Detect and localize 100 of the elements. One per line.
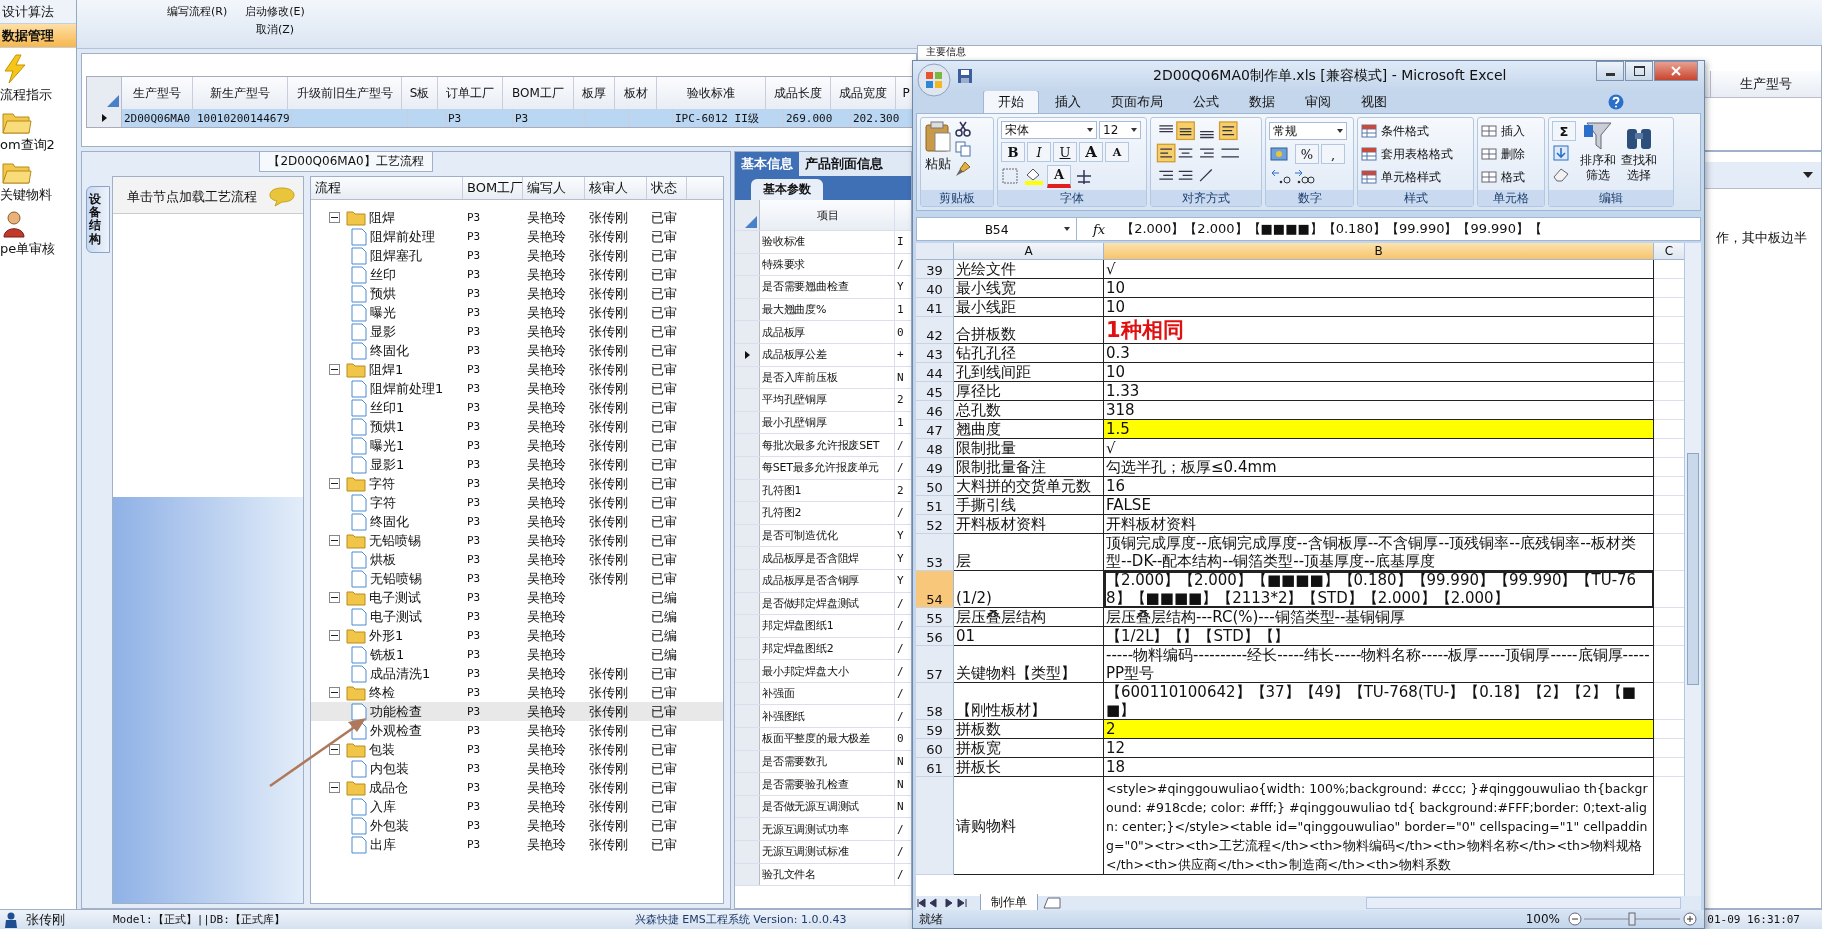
tree-row[interactable]: 功能检查 P3 吴艳玲 张传刚 已审	[311, 702, 723, 721]
style-button[interactable]: 单元格样式	[1361, 167, 1470, 187]
tree-row[interactable]: 入库 P3 吴艳玲 张传刚 已审	[311, 797, 723, 816]
row-header[interactable]: 58	[916, 683, 954, 720]
style-button[interactable]: 套用表格格式	[1361, 144, 1470, 164]
row-header[interactable]: 44	[916, 363, 954, 382]
ribbon-tab[interactable]: 插入	[1041, 91, 1095, 113]
sidebar-item[interactable]: pe单审核	[0, 240, 56, 258]
minimize-button[interactable]	[1596, 61, 1624, 81]
column-header[interactable]: 核审人	[585, 177, 647, 199]
ribbon-tab[interactable]: 公式	[1179, 91, 1233, 113]
row-header[interactable]: 41	[916, 298, 954, 317]
tree-row[interactable]: 阻焊塞孔 P3 吴艳玲 张传刚 已审	[311, 246, 723, 265]
row-header[interactable]: 60	[916, 739, 954, 758]
tree-row[interactable]: 阻焊1 P3 吴艳玲 张传刚 已审	[311, 360, 723, 379]
expander-icon[interactable]	[329, 687, 340, 698]
tree-row[interactable]: 丝印 P3 吴艳玲 张传刚 已审	[311, 265, 723, 284]
expander-icon[interactable]	[329, 744, 340, 755]
tree-row[interactable]: 无铅喷锡 P3 吴艳玲 张传刚 已审	[311, 569, 723, 588]
tree-row[interactable]: 无铅喷锡 P3 吴艳玲 张传刚 已审	[311, 531, 723, 550]
formula-field[interactable]: 【2.000】【2.000】【■■■■】【0.180】【99.990】【99.990】【	[1121, 220, 1542, 238]
menu-command[interactable]: 启动修改(E)	[245, 4, 305, 19]
tree-row[interactable]: 阻焊 P3 吴艳玲 张传刚 已审	[311, 208, 723, 227]
row-header[interactable]: 43	[916, 344, 954, 363]
table-row[interactable]: 2D00Q06MA0 10010200144679 P3 P3 IPC-6012 II级 269.000 202.300	[87, 109, 915, 127]
column-header[interactable]: 编写人	[523, 177, 585, 199]
row-header[interactable]: 42	[916, 317, 954, 344]
tree-row[interactable]: 预烘 P3 吴艳玲 张传刚 已审	[311, 284, 723, 303]
tree-row[interactable]: 终固化 P3 吴艳玲 张传刚 已审	[311, 512, 723, 531]
close-button[interactable]	[1654, 61, 1698, 81]
sidebar-item[interactable]: 流程指示	[0, 86, 52, 104]
ribbon-tab[interactable]: 开始	[983, 90, 1039, 113]
tree-row[interactable]: 曝光1 P3 吴艳玲 张传刚 已审	[311, 436, 723, 455]
row-header[interactable]	[735, 343, 760, 366]
column-header[interactable]: 流程	[311, 177, 463, 199]
tree-row[interactable]: 字符 P3 吴艳玲 张传刚 已审	[311, 474, 723, 493]
menu-command[interactable]: 编写流程(R)	[167, 4, 228, 19]
tree-row[interactable]: 字符 P3 吴艳玲 张传刚 已审	[311, 493, 723, 512]
scissors-icon[interactable]	[955, 121, 971, 137]
row-header[interactable]: 54	[916, 571, 954, 608]
row-header[interactable]: 45	[916, 382, 954, 401]
font-size-button[interactable]: A	[1105, 142, 1129, 162]
cells-button[interactable]: 格式	[1481, 167, 1541, 187]
font-size-button[interactable]: A	[1079, 142, 1103, 162]
row-header[interactable]: 52	[916, 515, 954, 534]
column-header[interactable]: A	[954, 243, 1104, 260]
sidebar-item[interactable]: om查询2	[0, 136, 55, 154]
row-header[interactable]: 53	[916, 534, 954, 571]
row-header[interactable]: 51	[916, 496, 954, 515]
style-button[interactable]: 条件格式	[1361, 121, 1470, 141]
fill-down-icon[interactable]	[1552, 144, 1570, 162]
maximize-button[interactable]	[1625, 61, 1653, 81]
menu-command[interactable]: 取消(Z)	[255, 22, 295, 37]
editing-button[interactable]: 排序和筛选	[1579, 121, 1617, 183]
percent-button[interactable]: %	[1295, 144, 1319, 164]
sidebar-item[interactable]: 设计算法	[0, 0, 76, 24]
row-header[interactable]: 57	[916, 646, 954, 683]
row-header[interactable]: 59	[916, 720, 954, 739]
tree-row[interactable]: 电子测试 P3 吴艳玲 已编	[311, 607, 723, 626]
row-header[interactable]: 46	[916, 401, 954, 420]
autosum-button[interactable]: Σ	[1552, 121, 1576, 141]
format-button[interactable]: B	[1001, 142, 1025, 162]
row-header[interactable]: 56	[916, 627, 954, 646]
row-header[interactable]: 48	[916, 439, 954, 458]
column-header[interactable]: 状态	[647, 177, 687, 199]
tree-row[interactable]: 出库 P3 吴艳玲 张传刚 已审	[311, 835, 723, 854]
cells-button[interactable]: 插入	[1481, 121, 1541, 141]
expander-icon[interactable]	[329, 364, 340, 375]
folder-icon[interactable]	[2, 160, 32, 184]
tab[interactable]: 基本参数	[751, 179, 823, 200]
row-header[interactable]: 61	[916, 758, 954, 777]
row-header[interactable]: 40	[916, 279, 954, 298]
column-header[interactable]: 生产型号	[1711, 71, 1821, 97]
sidebar-item[interactable]: 数据管理	[0, 24, 76, 48]
dropdown-arrow-icon[interactable]	[1803, 172, 1813, 178]
tree-row[interactable]: 内包装 P3 吴艳玲 张传刚 已审	[311, 759, 723, 778]
number-format-field[interactable]: 常规	[1269, 122, 1347, 140]
editing-button[interactable]: 查找和选择	[1620, 121, 1658, 183]
tree-row[interactable]: 外形1 P3 吴艳玲 已编	[311, 626, 723, 645]
cells-button[interactable]: 删除	[1481, 144, 1541, 164]
select-all-corner[interactable]	[735, 200, 760, 230]
tree-row[interactable]: 阻焊前处理 P3 吴艳玲 张传刚 已审	[311, 227, 723, 246]
tree-row[interactable]: 预烘1 P3 吴艳玲 张传刚 已审	[311, 417, 723, 436]
tree-row[interactable]: 终固化 P3 吴艳玲 张传刚 已审	[311, 341, 723, 360]
tree-row[interactable]: 曝光 P3 吴艳玲 张传刚 已审	[311, 303, 723, 322]
save-icon[interactable]	[957, 68, 973, 84]
tree-row[interactable]: 成品清洗1 P3 吴艳玲 张传刚 已审	[311, 664, 723, 683]
comma-button[interactable]: ,	[1321, 144, 1345, 164]
person-icon[interactable]	[2, 210, 26, 238]
vertical-tab[interactable]: 设备结构	[86, 186, 110, 253]
tree-row[interactable]: 包装 P3 吴艳玲 张传刚 已审	[311, 740, 723, 759]
expander-icon[interactable]	[329, 212, 340, 223]
row-header[interactable]: 49	[916, 458, 954, 477]
name-box[interactable]: B54	[917, 218, 1077, 240]
brush-icon[interactable]	[955, 161, 971, 177]
ribbon-tab[interactable]: 审阅	[1291, 91, 1345, 113]
expander-icon[interactable]	[329, 535, 340, 546]
select-all-corner[interactable]	[916, 243, 954, 260]
tab[interactable]: 基本信息	[735, 152, 799, 176]
expander-icon[interactable]	[329, 592, 340, 603]
